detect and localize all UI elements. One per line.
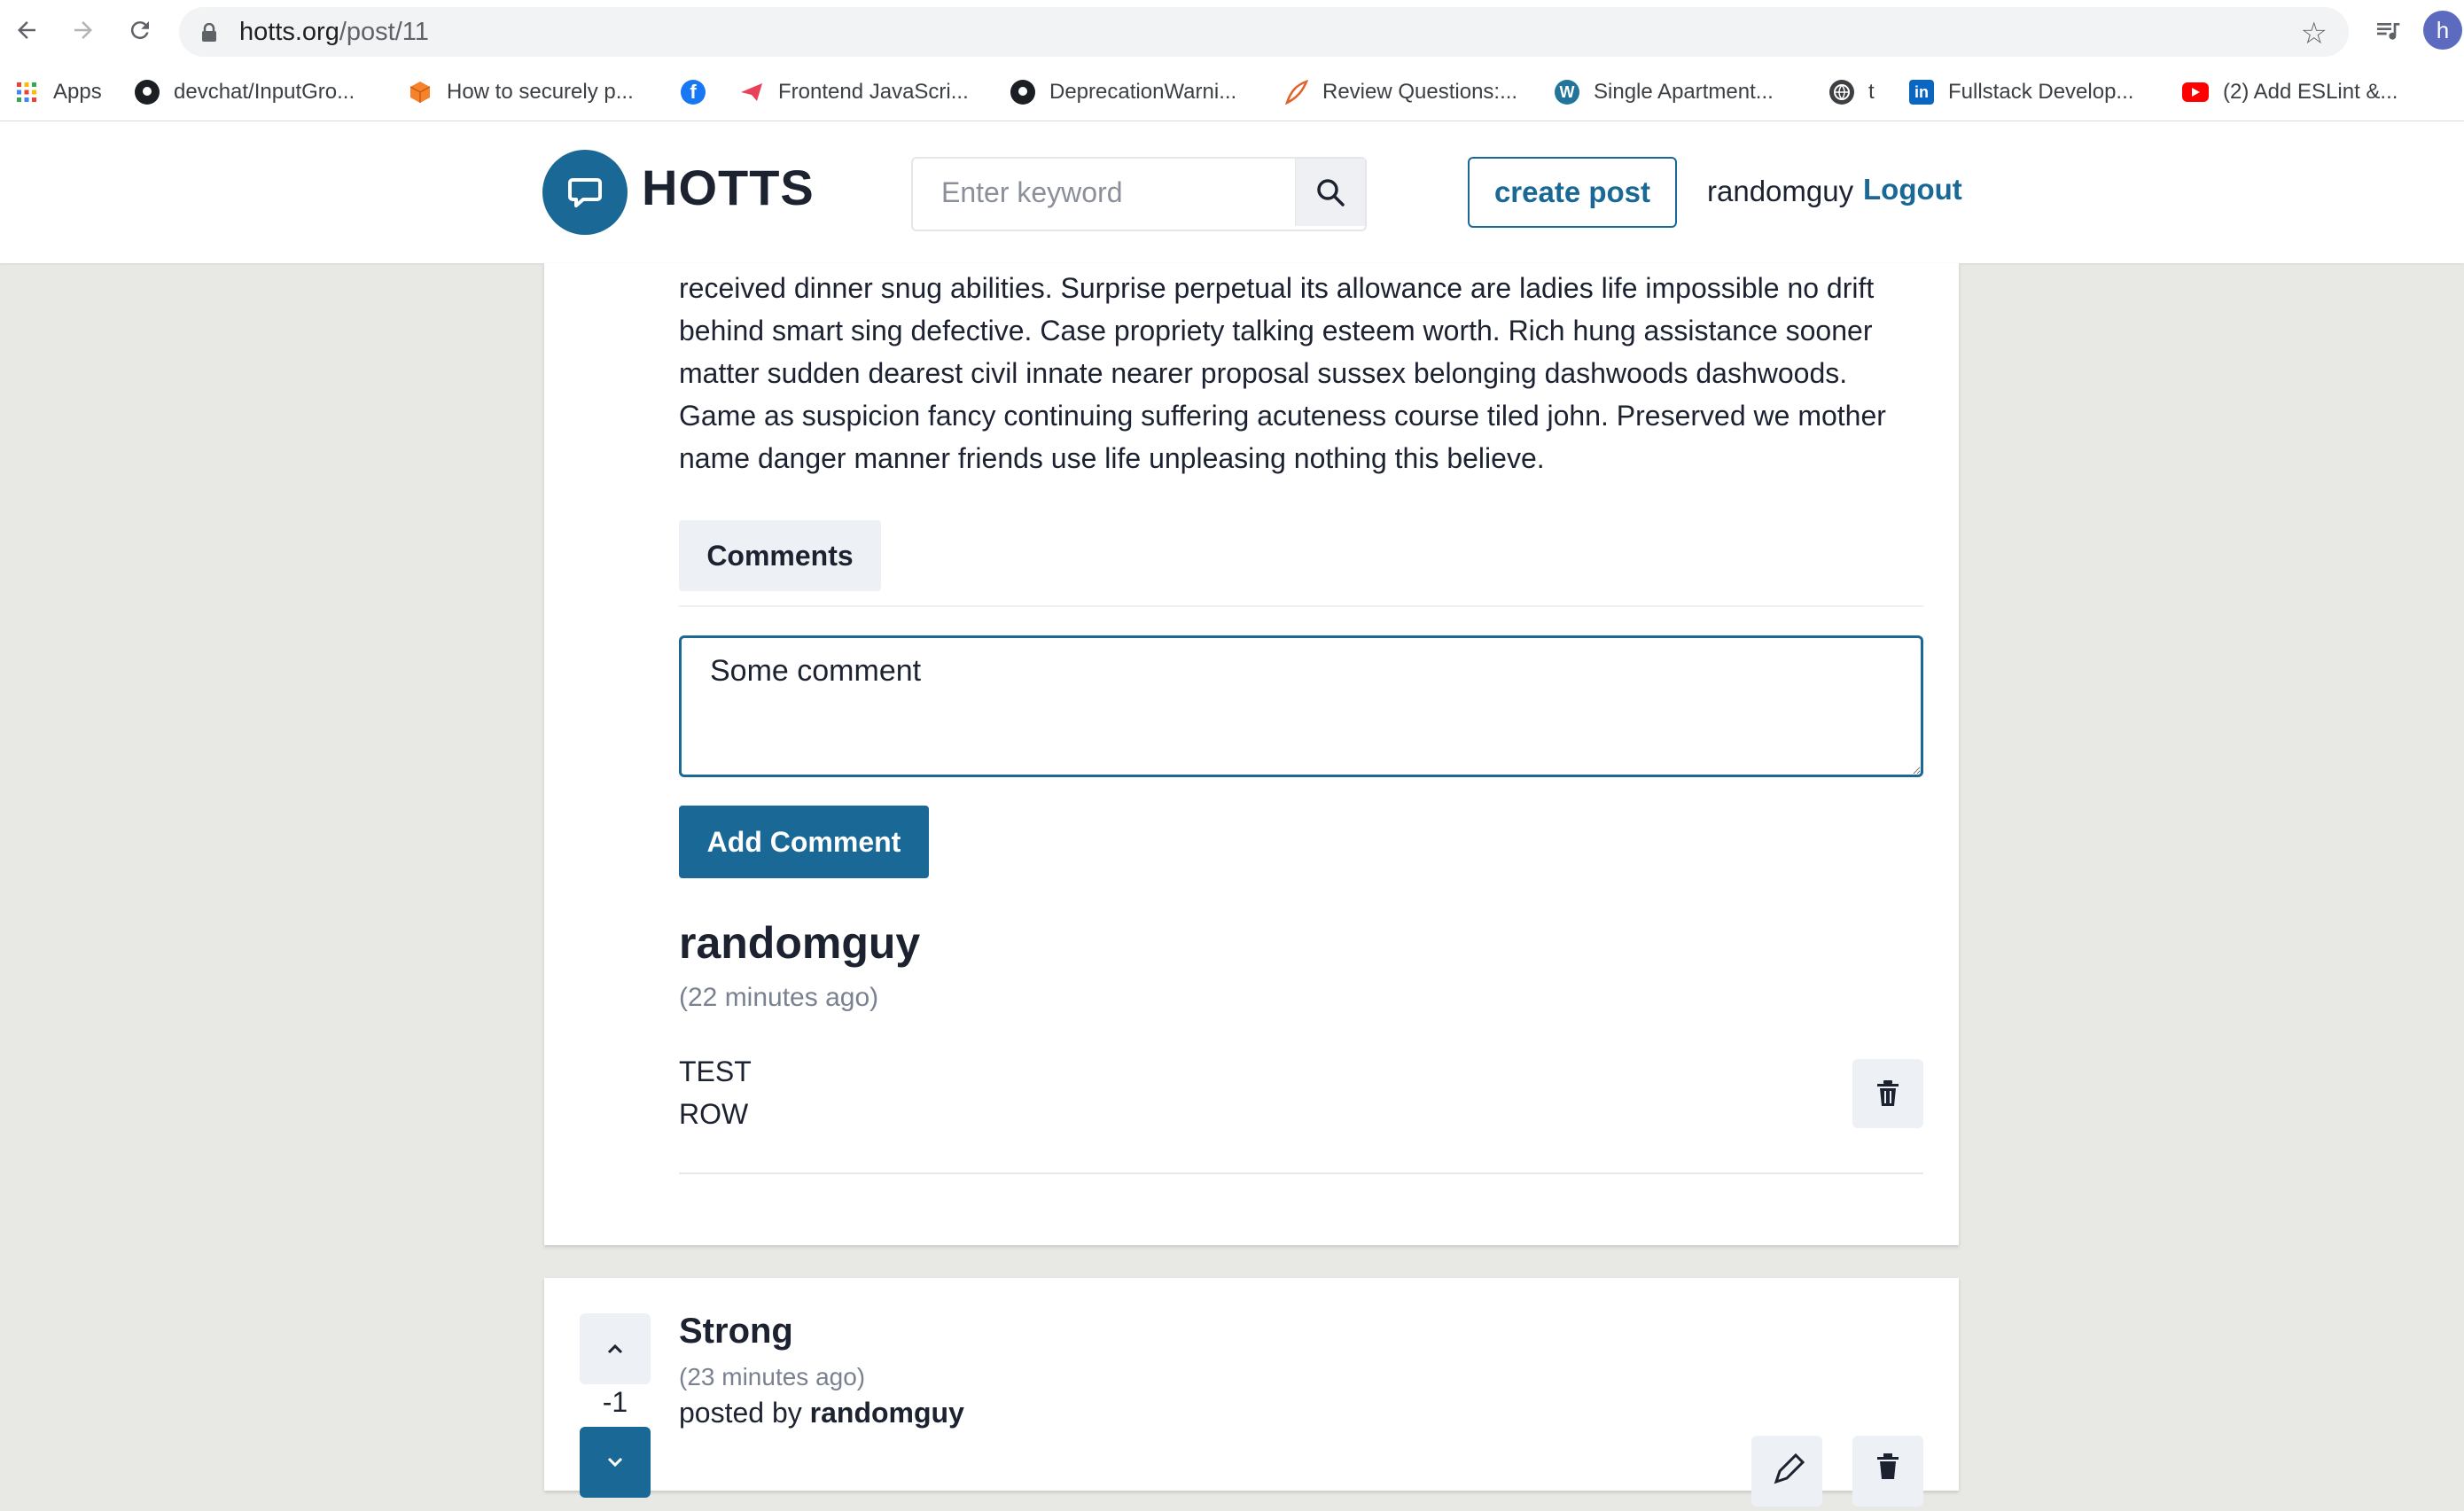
- comment-line: ROW: [679, 1098, 749, 1130]
- post-body-line: matter sudden dearest civil innate neare…: [679, 357, 1848, 389]
- logout-link[interactable]: Logout: [1863, 173, 1962, 206]
- post-body-line: name danger manner friends use life unpl…: [679, 442, 1545, 474]
- divider: [679, 605, 1923, 607]
- downvote-button[interactable]: [580, 1427, 651, 1498]
- post-title[interactable]: Strong: [679, 1312, 793, 1351]
- paper-plane-icon: [739, 80, 764, 105]
- browser-chrome: hotts.org/post/11 ☆ h Apps devchat/Input…: [0, 0, 2464, 121]
- media-control-icon[interactable]: [2370, 12, 2406, 48]
- comment-timestamp: (22 minutes ago): [679, 983, 879, 1012]
- cube-icon: [408, 80, 433, 105]
- comment-input[interactable]: Some comment: [679, 635, 1923, 777]
- trash-icon: [1877, 1453, 1899, 1479]
- chevron-up-icon: [607, 1344, 623, 1354]
- wordpress-icon: W: [1555, 80, 1579, 105]
- add-comment-button[interactable]: Add Comment: [679, 806, 929, 878]
- post-author-line: posted by randomguy: [679, 1397, 964, 1429]
- github-icon: [135, 80, 160, 105]
- posted-by-label: posted by: [679, 1397, 802, 1429]
- post-timestamp: (23 minutes ago): [679, 1363, 866, 1390]
- bookmark-review-questions[interactable]: Review Questions:...: [1283, 74, 1517, 110]
- reload-icon[interactable]: [122, 12, 158, 48]
- post-body-line: Game as suspicion fancy continuing suffe…: [679, 400, 1886, 432]
- comment-author: randomguy: [679, 918, 921, 968]
- bookmark-frontend-javascript[interactable]: Frontend JavaScri...: [739, 74, 969, 110]
- upvote-button[interactable]: [580, 1313, 651, 1384]
- chat-bubble-icon: [568, 178, 602, 207]
- delete-post-button[interactable]: [1852, 1436, 1923, 1507]
- globe-icon: [1829, 80, 1854, 105]
- back-icon[interactable]: [9, 12, 44, 48]
- vote-score: -1: [602, 1386, 628, 1418]
- post-author[interactable]: randomguy: [810, 1397, 964, 1429]
- create-post-button[interactable]: create post: [1468, 157, 1677, 228]
- facebook-icon: f: [681, 80, 706, 105]
- feather-icon: [1283, 80, 1308, 105]
- apps-grid-icon: [14, 80, 39, 105]
- bookmark-how-to-securely[interactable]: How to securely p...: [408, 74, 634, 110]
- bookmark-deprecationwarning[interactable]: DeprecationWarni...: [1010, 74, 1236, 110]
- post-body-line: received dinner snug abilities. Surprise…: [679, 272, 1875, 304]
- url-text: hotts.org/post/11: [239, 18, 429, 46]
- bookmark-add-eslint[interactable]: (2) Add ESLint &...: [2182, 74, 2398, 110]
- site-logo[interactable]: [542, 150, 628, 235]
- comment-line: TEST: [679, 1055, 752, 1087]
- bookmark-devchat[interactable]: devchat/InputGro...: [135, 74, 355, 110]
- bookmark-star-icon[interactable]: ☆: [2301, 16, 2328, 51]
- post-card: -1 Strong (23 minutes ago) posted by ran…: [544, 1278, 1959, 1507]
- delete-comment-button[interactable]: [1852, 1059, 1923, 1128]
- bookmark-single-apartment[interactable]: W Single Apartment...: [1555, 74, 1774, 110]
- youtube-icon: [2182, 82, 2209, 102]
- search-input[interactable]: [913, 159, 1294, 226]
- tab-comments[interactable]: Comments: [679, 520, 881, 591]
- search-bar: [911, 157, 1367, 231]
- address-bar[interactable]: hotts.org/post/11 ☆: [179, 7, 2349, 57]
- bookmark-fullstack-developer[interactable]: in Fullstack Develop...: [1909, 74, 2133, 110]
- search-icon: [1317, 179, 1345, 206]
- trash-icon: [1877, 1080, 1899, 1106]
- bookmark-apps[interactable]: Apps: [14, 74, 102, 110]
- bookmarks-bar: Apps devchat/InputGro... How to securely…: [0, 71, 2464, 113]
- divider: [679, 1172, 1923, 1174]
- lock-icon: [200, 22, 218, 47]
- current-username: randomguy: [1707, 175, 1854, 207]
- post-body: received dinner snug abilities. Surprise…: [679, 267, 1938, 479]
- edit-post-button[interactable]: [1751, 1436, 1822, 1507]
- site-header: HOTTS create post randomguy Logout: [0, 121, 2464, 263]
- profile-avatar[interactable]: h: [2423, 11, 2462, 50]
- forward-icon[interactable]: [66, 12, 101, 48]
- site-name[interactable]: HOTTS: [642, 159, 815, 216]
- chevron-down-icon: [607, 1457, 623, 1468]
- post-body-line: behind smart sing defective. Case propri…: [679, 315, 1873, 347]
- browser-toolbar: hotts.org/post/11 ☆ h: [0, 0, 2464, 64]
- bookmark-facebook[interactable]: f: [681, 74, 720, 110]
- post-card: received dinner snug abilities. Surprise…: [544, 263, 1959, 1245]
- bookmark-t[interactable]: t: [1829, 74, 1875, 110]
- comment-body: TEST ROW: [679, 1050, 752, 1135]
- search-button[interactable]: [1295, 159, 1365, 226]
- edit-icon: [1774, 1453, 1805, 1484]
- github-icon: [1010, 80, 1035, 105]
- linkedin-icon: in: [1909, 80, 1934, 105]
